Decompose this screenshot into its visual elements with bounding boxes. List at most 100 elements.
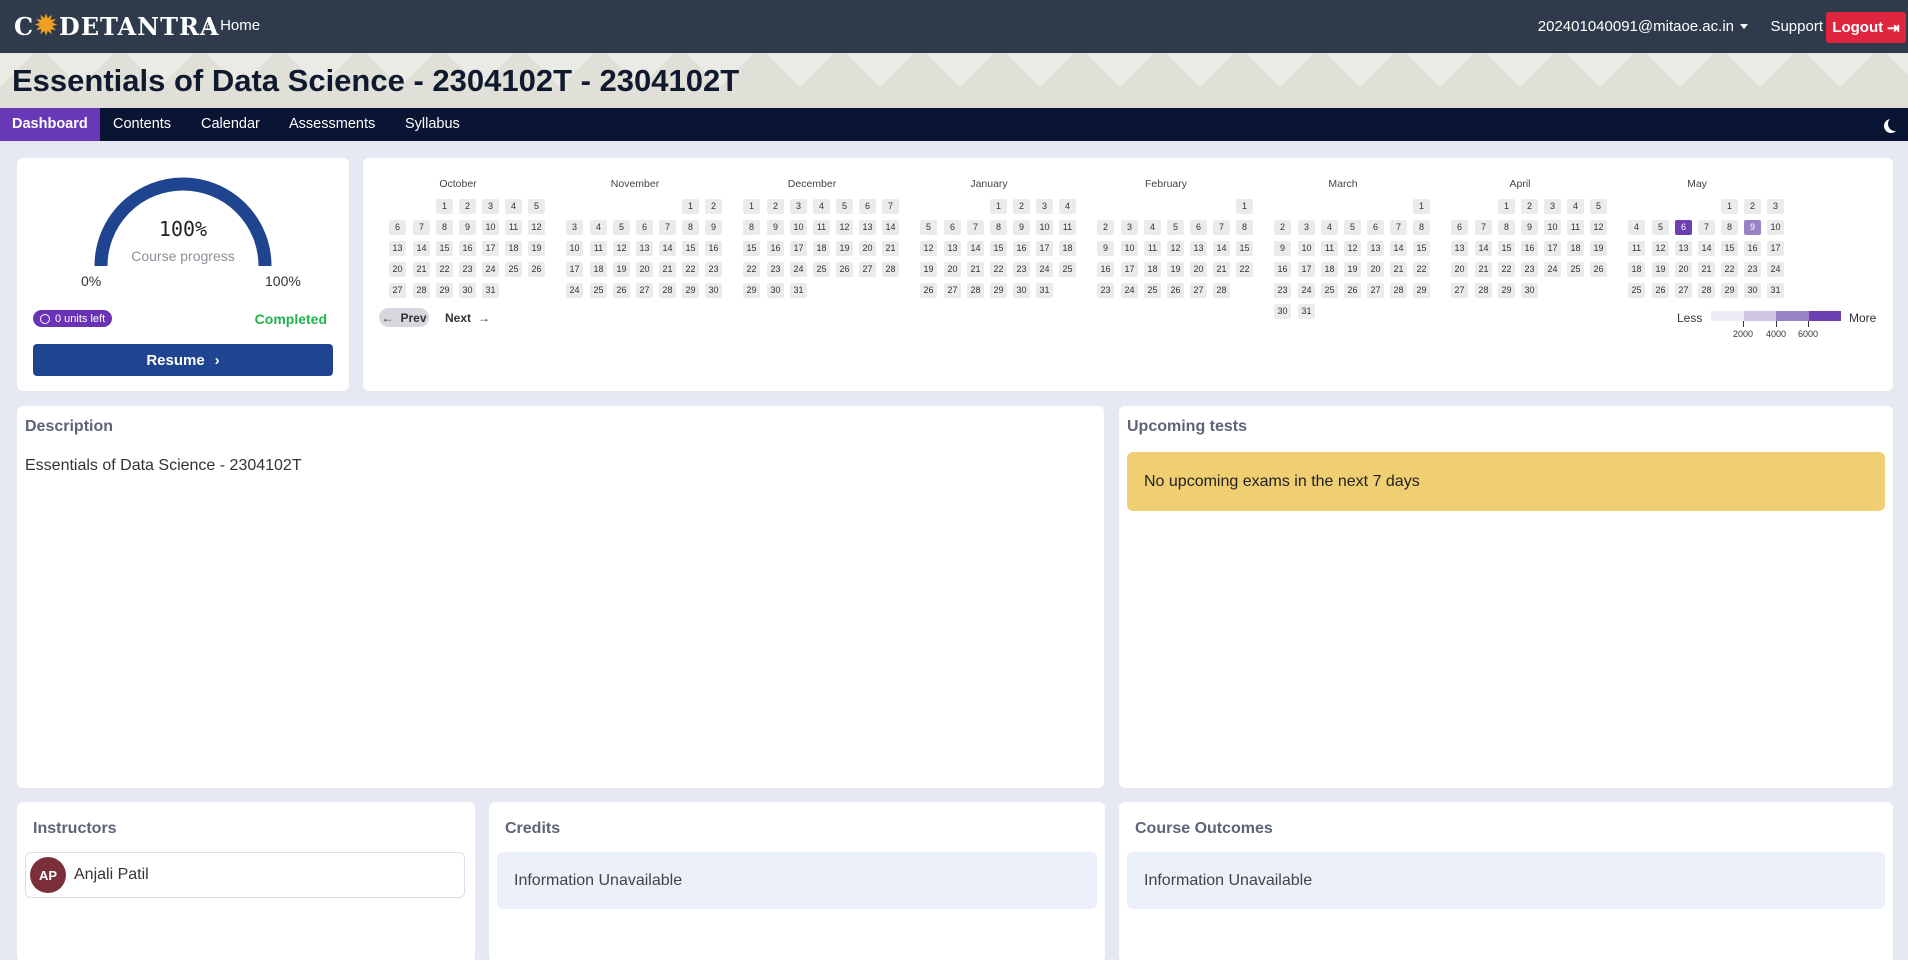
calendar-day[interactable]: 20 (859, 241, 876, 256)
calendar-day[interactable]: 4 (1059, 199, 1076, 214)
calendar-day[interactable]: 3 (1121, 220, 1138, 235)
calendar-day[interactable]: 6 (944, 220, 961, 235)
calendar-day[interactable]: 8 (1721, 220, 1738, 235)
calendar-day[interactable]: 4 (1628, 220, 1645, 235)
calendar-day[interactable]: 12 (836, 220, 853, 235)
calendar-day[interactable]: 11 (1567, 220, 1584, 235)
calendar-day[interactable]: 12 (1652, 241, 1669, 256)
calendar-day[interactable]: 25 (1567, 262, 1584, 277)
calendar-day[interactable]: 2 (1013, 199, 1030, 214)
calendar-day[interactable]: 5 (1652, 220, 1669, 235)
calendar-day[interactable]: 29 (1721, 283, 1738, 298)
calendar-day[interactable]: 5 (1590, 199, 1607, 214)
calendar-day[interactable]: 2 (1274, 220, 1291, 235)
calendar-day[interactable]: 12 (920, 241, 937, 256)
calendar-day[interactable]: 22 (1498, 262, 1515, 277)
calendar-day[interactable]: 17 (1298, 262, 1315, 277)
calendar-day[interactable]: 10 (482, 220, 499, 235)
calendar-day[interactable]: 15 (1498, 241, 1515, 256)
calendar-day[interactable]: 11 (1628, 241, 1645, 256)
calendar-day[interactable]: 27 (1451, 283, 1468, 298)
calendar-day[interactable]: 8 (990, 220, 1007, 235)
calendar-day[interactable]: 21 (882, 241, 899, 256)
calendar-day[interactable]: 1 (436, 199, 453, 214)
logout-button[interactable]: Logout ⇥ (1826, 12, 1906, 43)
calendar-day[interactable]: 26 (1652, 283, 1669, 298)
calendar-day[interactable]: 7 (967, 220, 984, 235)
calendar-day[interactable]: 24 (1121, 283, 1138, 298)
calendar-day[interactable]: 11 (1321, 241, 1338, 256)
calendar-day[interactable]: 4 (813, 199, 830, 214)
calendar-day[interactable]: 28 (882, 262, 899, 277)
calendar-day[interactable]: 25 (590, 283, 607, 298)
calendar-day[interactable]: 7 (1475, 220, 1492, 235)
calendar-day[interactable]: 14 (882, 220, 899, 235)
calendar-day[interactable]: 26 (528, 262, 545, 277)
calendar-day[interactable]: 13 (1190, 241, 1207, 256)
calendar-day[interactable]: 20 (1451, 262, 1468, 277)
calendar-day[interactable]: 9 (1744, 220, 1761, 235)
calendar-day[interactable]: 15 (1721, 241, 1738, 256)
calendar-day[interactable]: 30 (1521, 283, 1538, 298)
calendar-day[interactable]: 21 (1390, 262, 1407, 277)
calendar-day[interactable]: 1 (990, 199, 1007, 214)
calendar-day[interactable]: 5 (1167, 220, 1184, 235)
calendar-day[interactable]: 27 (389, 283, 406, 298)
calendar-day[interactable]: 23 (459, 262, 476, 277)
calendar-day[interactable]: 8 (743, 220, 760, 235)
calendar-day[interactable]: 14 (413, 241, 430, 256)
calendar-day[interactable]: 24 (1544, 262, 1561, 277)
calendar-day[interactable]: 12 (613, 241, 630, 256)
calendar-day[interactable]: 28 (659, 283, 676, 298)
calendar-day[interactable]: 28 (1475, 283, 1492, 298)
calendar-day[interactable]: 10 (1036, 220, 1053, 235)
calendar-day[interactable]: 18 (813, 241, 830, 256)
calendar-day[interactable]: 18 (1144, 262, 1161, 277)
calendar-day[interactable]: 23 (767, 262, 784, 277)
calendar-day[interactable]: 14 (1390, 241, 1407, 256)
calendar-day[interactable]: 2 (1521, 199, 1538, 214)
calendar-day[interactable]: 25 (1059, 262, 1076, 277)
calendar-day[interactable]: 31 (1298, 304, 1315, 319)
calendar-day[interactable]: 20 (636, 262, 653, 277)
calendar-day[interactable]: 15 (1236, 241, 1253, 256)
calendar-day[interactable]: 13 (1367, 241, 1384, 256)
calendar-day[interactable]: 26 (1590, 262, 1607, 277)
calendar-day[interactable]: 17 (482, 241, 499, 256)
calendar-day[interactable]: 4 (1144, 220, 1161, 235)
calendar-day[interactable]: 18 (505, 241, 522, 256)
calendar-day[interactable]: 3 (1544, 199, 1561, 214)
calendar-day[interactable]: 24 (566, 283, 583, 298)
calendar-day[interactable]: 21 (967, 262, 984, 277)
calendar-day[interactable]: 8 (1413, 220, 1430, 235)
calendar-day[interactable]: 1 (1236, 199, 1253, 214)
calendar-day[interactable]: 31 (1036, 283, 1053, 298)
calendar-day[interactable]: 16 (1274, 262, 1291, 277)
calendar-day[interactable]: 9 (459, 220, 476, 235)
calendar-day[interactable]: 1 (682, 199, 699, 214)
calendar-day[interactable]: 26 (836, 262, 853, 277)
calendar-day[interactable]: 12 (1167, 241, 1184, 256)
calendar-day[interactable]: 10 (1544, 220, 1561, 235)
calendar-day[interactable]: 22 (743, 262, 760, 277)
dark-mode-icon[interactable] (1888, 117, 1902, 131)
calendar-day[interactable]: 19 (1167, 262, 1184, 277)
calendar-day[interactable]: 1 (1721, 199, 1738, 214)
calendar-day[interactable]: 19 (613, 262, 630, 277)
calendar-day[interactable]: 30 (459, 283, 476, 298)
calendar-day[interactable]: 29 (682, 283, 699, 298)
calendar-day[interactable]: 13 (859, 220, 876, 235)
calendar-day[interactable]: 5 (528, 199, 545, 214)
calendar-day[interactable]: 7 (1213, 220, 1230, 235)
calendar-day[interactable]: 27 (859, 262, 876, 277)
calendar-day[interactable]: 23 (705, 262, 722, 277)
calendar-day[interactable]: 21 (1698, 262, 1715, 277)
tab-syllabus[interactable]: Syllabus (393, 108, 472, 141)
calendar-day[interactable]: 4 (1567, 199, 1584, 214)
calendar-day[interactable]: 8 (436, 220, 453, 235)
calendar-day[interactable]: 12 (528, 220, 545, 235)
calendar-day[interactable]: 9 (1274, 241, 1291, 256)
calendar-day[interactable]: 14 (967, 241, 984, 256)
calendar-day[interactable]: 10 (1767, 220, 1784, 235)
calendar-day[interactable]: 10 (790, 220, 807, 235)
